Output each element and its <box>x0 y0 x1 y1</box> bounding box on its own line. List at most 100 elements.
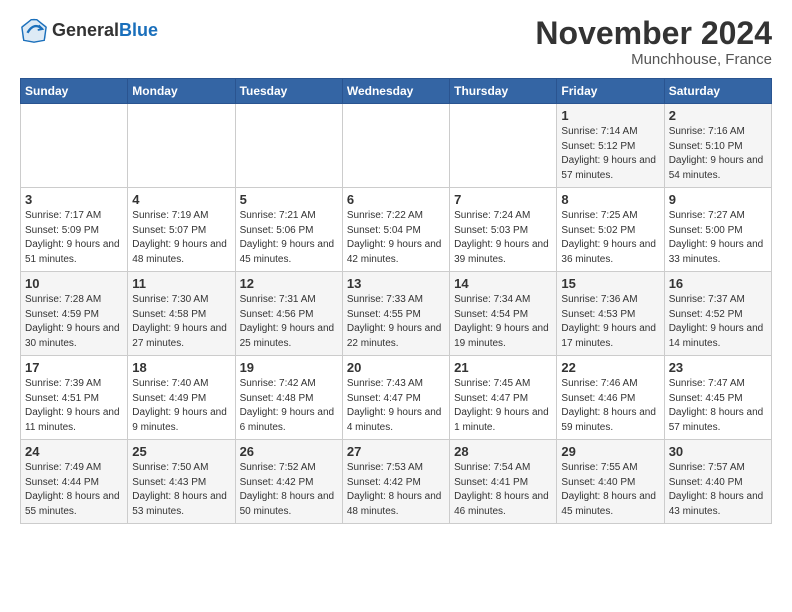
day-info: Sunrise: 7:54 AM Sunset: 4:41 PM Dayligh… <box>454 461 552 519</box>
cell-3-1: 18Sunrise: 7:40 AM Sunset: 4:49 PM Dayli… <box>128 356 235 440</box>
cell-1-3: 6Sunrise: 7:22 AM Sunset: 5:04 PM Daylig… <box>342 188 449 272</box>
cell-2-3: 13Sunrise: 7:33 AM Sunset: 4:55 PM Dayli… <box>342 272 449 356</box>
logo-icon <box>20 16 48 44</box>
cell-4-3: 27 Sunrise: 7:53 AM Sunset: 4:42 PM Dayli… <box>342 440 449 524</box>
header-tuesday: Tuesday <box>235 79 342 104</box>
day-number: 19 <box>240 360 338 375</box>
cell-1-0: 3Sunrise: 7:17 AM Sunset: 5:09 PM Daylig… <box>21 188 128 272</box>
cell-0-5: 1 Sunrise: 7:14 AM Sunset: 5:12 PM Daylig… <box>557 104 664 188</box>
cell-1-2: 5Sunrise: 7:21 AM Sunset: 5:06 PM Daylig… <box>235 188 342 272</box>
cell-1-1: 4 Sunrise: 7:19 AM Sunset: 5:07 PM Daylig… <box>128 188 235 272</box>
main-title: November 2024 <box>535 16 772 51</box>
page: General Blue November 2024 Munchhouse, F… <box>0 0 792 534</box>
header-sunday: Sunday <box>21 79 128 104</box>
day-info: Sunrise: 7:57 AM Sunset: 4:40 PM Dayligh… <box>669 461 767 519</box>
day-number: 20 <box>347 360 445 375</box>
header-thursday: Thursday <box>450 79 557 104</box>
day-number: 5 <box>240 192 338 207</box>
cell-2-4: 14 Sunrise: 7:34 AM Sunset: 4:54 PM Dayli… <box>450 272 557 356</box>
day-info: Sunrise: 7:27 AM Sunset: 5:00 PM Dayligh… <box>669 209 767 267</box>
cell-3-3: 20 Sunrise: 7:43 AM Sunset: 4:47 PM Dayli… <box>342 356 449 440</box>
cell-0-3 <box>342 104 449 188</box>
cell-4-4: 28 Sunrise: 7:54 AM Sunset: 4:41 PM Dayli… <box>450 440 557 524</box>
day-info: Sunrise: 7:46 AM Sunset: 4:46 PM Dayligh… <box>561 377 659 435</box>
day-number: 15 <box>561 276 659 291</box>
day-number: 2 <box>669 108 767 123</box>
day-number: 1 <box>561 108 659 123</box>
cell-3-4: 21Sunrise: 7:45 AM Sunset: 4:47 PM Dayli… <box>450 356 557 440</box>
day-number: 22 <box>561 360 659 375</box>
cell-4-1: 25Sunrise: 7:50 AM Sunset: 4:43 PM Dayli… <box>128 440 235 524</box>
header-friday: Friday <box>557 79 664 104</box>
cell-3-5: 22 Sunrise: 7:46 AM Sunset: 4:46 PM Dayli… <box>557 356 664 440</box>
cell-4-0: 24Sunrise: 7:49 AM Sunset: 4:44 PM Dayli… <box>21 440 128 524</box>
title-area: November 2024 Munchhouse, France <box>535 16 772 68</box>
cell-4-6: 30 Sunrise: 7:57 AM Sunset: 4:40 PM Dayli… <box>664 440 771 524</box>
header-row: Sunday Monday Tuesday Wednesday Thursday… <box>21 79 772 104</box>
day-number: 21 <box>454 360 552 375</box>
day-info: Sunrise: 7:33 AM Sunset: 4:55 PM Dayligh… <box>347 293 445 351</box>
logo-blue: Blue <box>119 21 158 39</box>
cell-0-2 <box>235 104 342 188</box>
day-number: 25 <box>132 444 230 459</box>
header-wednesday: Wednesday <box>342 79 449 104</box>
logo-general: General <box>52 21 119 39</box>
cell-0-0 <box>21 104 128 188</box>
day-info: Sunrise: 7:40 AM Sunset: 4:49 PM Dayligh… <box>132 377 230 435</box>
day-number: 27 <box>347 444 445 459</box>
week-row-0: 1 Sunrise: 7:14 AM Sunset: 5:12 PM Daylig… <box>21 104 772 188</box>
day-info: Sunrise: 7:53 AM Sunset: 4:42 PM Dayligh… <box>347 461 445 519</box>
cell-4-5: 29 Sunrise: 7:55 AM Sunset: 4:40 PM Dayli… <box>557 440 664 524</box>
cell-2-5: 15Sunrise: 7:36 AM Sunset: 4:53 PM Dayli… <box>557 272 664 356</box>
week-row-3: 17 Sunrise: 7:39 AM Sunset: 4:51 PM Dayli… <box>21 356 772 440</box>
day-info: Sunrise: 7:31 AM Sunset: 4:56 PM Dayligh… <box>240 293 338 351</box>
day-info: Sunrise: 7:16 AM Sunset: 5:10 PM Dayligh… <box>669 125 767 183</box>
calendar-table: Sunday Monday Tuesday Wednesday Thursday… <box>20 78 772 524</box>
header-monday: Monday <box>128 79 235 104</box>
day-info: Sunrise: 7:28 AM Sunset: 4:59 PM Dayligh… <box>25 293 123 351</box>
day-number: 11 <box>132 276 230 291</box>
day-info: Sunrise: 7:34 AM Sunset: 4:54 PM Dayligh… <box>454 293 552 351</box>
day-info: Sunrise: 7:55 AM Sunset: 4:40 PM Dayligh… <box>561 461 659 519</box>
day-number: 12 <box>240 276 338 291</box>
day-number: 10 <box>25 276 123 291</box>
day-number: 14 <box>454 276 552 291</box>
day-info: Sunrise: 7:39 AM Sunset: 4:51 PM Dayligh… <box>25 377 123 435</box>
day-number: 29 <box>561 444 659 459</box>
day-number: 17 <box>25 360 123 375</box>
cell-3-0: 17 Sunrise: 7:39 AM Sunset: 4:51 PM Dayli… <box>21 356 128 440</box>
day-number: 16 <box>669 276 767 291</box>
cell-4-2: 26 Sunrise: 7:52 AM Sunset: 4:42 PM Dayli… <box>235 440 342 524</box>
cell-1-4: 7 Sunrise: 7:24 AM Sunset: 5:03 PM Daylig… <box>450 188 557 272</box>
day-number: 8 <box>561 192 659 207</box>
day-number: 30 <box>669 444 767 459</box>
day-info: Sunrise: 7:37 AM Sunset: 4:52 PM Dayligh… <box>669 293 767 351</box>
week-row-1: 3Sunrise: 7:17 AM Sunset: 5:09 PM Daylig… <box>21 188 772 272</box>
day-number: 4 <box>132 192 230 207</box>
cell-3-6: 23Sunrise: 7:47 AM Sunset: 4:45 PM Dayli… <box>664 356 771 440</box>
cell-0-1 <box>128 104 235 188</box>
cell-2-2: 12 Sunrise: 7:31 AM Sunset: 4:56 PM Dayli… <box>235 272 342 356</box>
day-number: 28 <box>454 444 552 459</box>
day-number: 26 <box>240 444 338 459</box>
day-number: 9 <box>669 192 767 207</box>
day-info: Sunrise: 7:19 AM Sunset: 5:07 PM Dayligh… <box>132 209 230 267</box>
cell-0-6: 2 Sunrise: 7:16 AM Sunset: 5:10 PM Daylig… <box>664 104 771 188</box>
cell-1-5: 8 Sunrise: 7:25 AM Sunset: 5:02 PM Daylig… <box>557 188 664 272</box>
day-info: Sunrise: 7:30 AM Sunset: 4:58 PM Dayligh… <box>132 293 230 351</box>
day-info: Sunrise: 7:43 AM Sunset: 4:47 PM Dayligh… <box>347 377 445 435</box>
day-info: Sunrise: 7:42 AM Sunset: 4:48 PM Dayligh… <box>240 377 338 435</box>
header: General Blue November 2024 Munchhouse, F… <box>20 16 772 68</box>
day-number: 24 <box>25 444 123 459</box>
day-number: 7 <box>454 192 552 207</box>
day-info: Sunrise: 7:52 AM Sunset: 4:42 PM Dayligh… <box>240 461 338 519</box>
day-number: 3 <box>25 192 123 207</box>
day-info: Sunrise: 7:24 AM Sunset: 5:03 PM Dayligh… <box>454 209 552 267</box>
day-info: Sunrise: 7:14 AM Sunset: 5:12 PM Dayligh… <box>561 125 659 183</box>
logo: General Blue <box>20 16 158 44</box>
cell-3-2: 19 Sunrise: 7:42 AM Sunset: 4:48 PM Dayli… <box>235 356 342 440</box>
cell-2-0: 10 Sunrise: 7:28 AM Sunset: 4:59 PM Dayli… <box>21 272 128 356</box>
day-info: Sunrise: 7:25 AM Sunset: 5:02 PM Dayligh… <box>561 209 659 267</box>
subtitle: Munchhouse, France <box>535 51 772 68</box>
logo-text: General Blue <box>52 21 158 39</box>
